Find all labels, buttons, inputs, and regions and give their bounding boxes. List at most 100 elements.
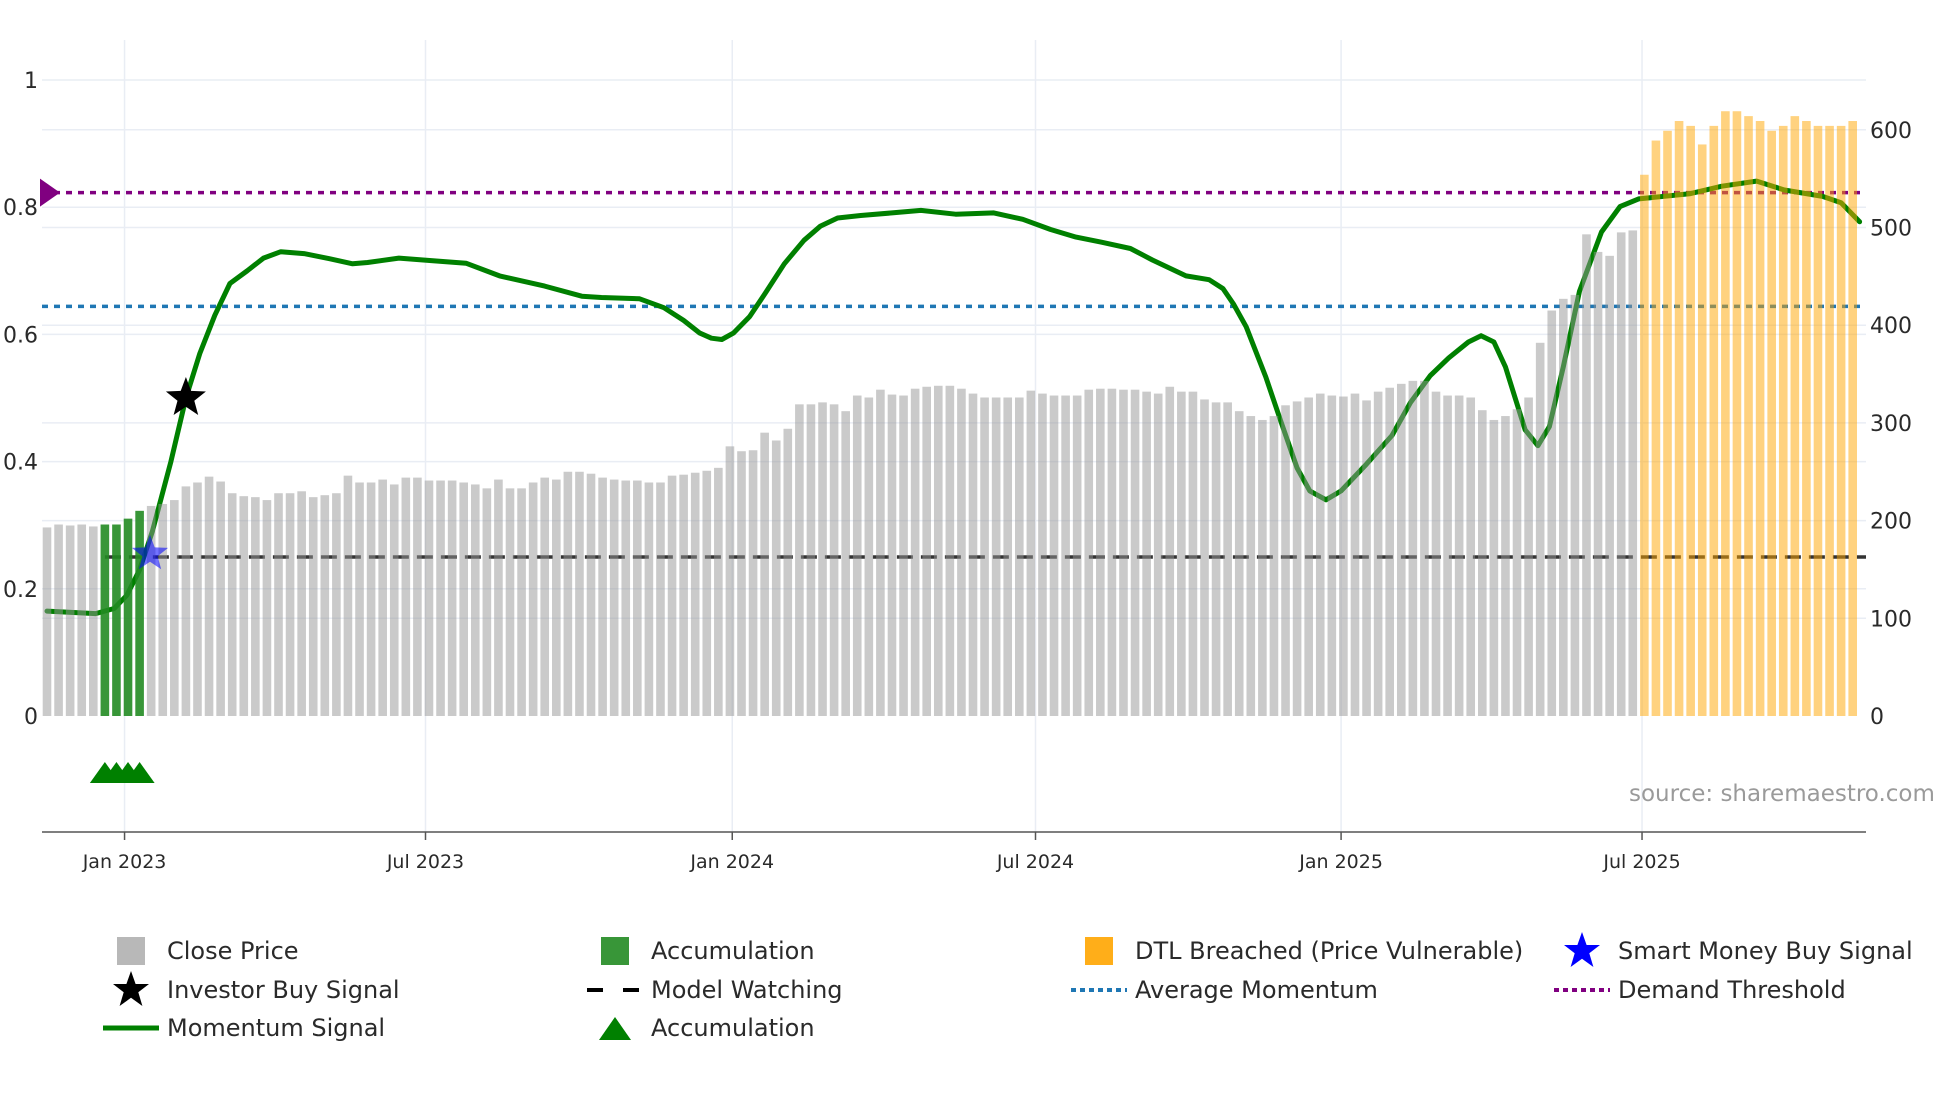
legend-item[interactable]: Momentum Signal <box>103 1010 385 1046</box>
close-price-bar <box>818 402 827 716</box>
close-price-bar <box>702 470 712 716</box>
dtl-breached-bar <box>1732 111 1742 716</box>
legend-dot-icon <box>1554 972 1610 1008</box>
close-price-bar <box>1385 387 1394 716</box>
close-price-bar <box>771 440 781 716</box>
dtl-breached-bar <box>1721 111 1730 716</box>
legend-label: Model Watching <box>651 976 843 1004</box>
close-price-bar <box>65 525 75 716</box>
close-price-bar <box>1165 386 1175 716</box>
close-price-bar <box>308 497 318 716</box>
y-left-tick-label: 0.4 <box>3 451 38 476</box>
close-price-bar <box>332 493 341 716</box>
accumulation-bar <box>123 518 133 716</box>
y-right-tick-label: 500 <box>1870 217 1912 242</box>
legend-label: Investor Buy Signal <box>167 976 400 1004</box>
close-price-bar <box>413 477 422 716</box>
legend-label: Smart Money Buy Signal <box>1618 937 1913 965</box>
legend-item[interactable]: Accumulation <box>599 1010 815 1046</box>
close-price-bar <box>274 493 283 716</box>
x-tick-label: Jul 2024 <box>996 851 1074 873</box>
legend-item[interactable]: Average Momentum <box>1071 972 1378 1008</box>
close-price-bar <box>945 385 955 716</box>
y-left-tick-label: 0 <box>24 705 38 730</box>
legend-item[interactable]: Model Watching <box>587 972 843 1008</box>
close-price-bar <box>505 488 515 716</box>
close-price-bar <box>1153 393 1163 716</box>
close-price-bar <box>899 395 908 716</box>
close-price-bar <box>470 484 480 716</box>
close-price-bar <box>1512 409 1522 716</box>
demand-threshold-diamond <box>40 178 60 207</box>
close-price-bar <box>181 486 191 716</box>
legend-item[interactable]: Investor Buy Signal <box>113 971 400 1008</box>
legend-dash-icon <box>587 972 643 1008</box>
legend-item[interactable]: Close Price <box>117 933 299 969</box>
close-price-bar <box>1593 251 1603 717</box>
close-price-bar <box>1281 405 1290 716</box>
legend-star-icon <box>103 971 159 1008</box>
close-price-bar <box>795 404 804 716</box>
x-tick-label: Jan 2023 <box>82 851 167 873</box>
dtl-breached-bar <box>1802 121 1811 716</box>
close-price-bar <box>158 503 168 716</box>
close-price-bar <box>42 527 52 716</box>
close-price-bar <box>540 477 550 716</box>
dtl-breached-bar <box>1640 174 1649 716</box>
legend-item[interactable]: Demand Threshold <box>1554 972 1846 1008</box>
close-price-bar <box>1072 395 1082 716</box>
close-price-bar <box>146 505 156 716</box>
legend-label: Demand Threshold <box>1618 976 1846 1004</box>
markers-layer <box>40 178 206 783</box>
close-price-bar <box>933 385 943 716</box>
close-price-bar <box>297 491 306 716</box>
dtl-breached-bar <box>1674 121 1684 716</box>
close-price-bar <box>586 473 596 716</box>
accumulation-bar <box>100 524 110 716</box>
close-price-bar <box>644 482 654 716</box>
close-price-bar <box>89 526 98 716</box>
close-price-bar <box>343 475 353 716</box>
close-price-bar <box>1327 395 1337 716</box>
close-price-bar <box>285 493 295 716</box>
close-price-bar <box>609 479 619 716</box>
x-tick-label: Jul 2025 <box>1602 851 1680 873</box>
dtl-breached-bar <box>1836 125 1846 717</box>
dtl-breached-bar <box>1744 116 1753 716</box>
close-price-bar <box>1570 294 1580 716</box>
legend-line-icon <box>103 1010 159 1046</box>
legend-label: Accumulation <box>651 1014 815 1042</box>
dtl-breached-bar <box>1813 125 1823 717</box>
legend-square-icon <box>103 933 159 969</box>
investor-buy-signal-star <box>165 377 206 415</box>
legend-item[interactable]: Smart Money Buy Signal <box>1564 932 1913 969</box>
close-price-bar <box>1096 388 1105 716</box>
close-price-bar <box>1616 232 1626 716</box>
source-note: source: sharemaestro.com <box>1629 781 1935 807</box>
close-price-bar <box>216 481 225 716</box>
close-price-bar <box>1119 389 1128 716</box>
close-price-bar <box>1362 400 1371 716</box>
legend-label: Average Momentum <box>1135 976 1378 1004</box>
close-price-bar <box>494 479 503 716</box>
close-price-bar <box>1339 396 1348 716</box>
close-price-bar <box>829 404 839 716</box>
y-left-tick-label: 0.8 <box>3 196 38 221</box>
close-price-bar <box>1200 399 1209 716</box>
close-price-bar <box>656 482 665 716</box>
close-price-bar <box>598 477 607 716</box>
close-price-bar <box>1396 383 1406 716</box>
close-price-bar <box>1211 402 1221 716</box>
close-price-bar <box>239 496 249 716</box>
legend-label: DTL Breached (Price Vulnerable) <box>1135 937 1524 965</box>
legend-item[interactable]: DTL Breached (Price Vulnerable) <box>1085 933 1524 969</box>
close-price-bar <box>1015 397 1024 716</box>
close-price-bar <box>841 411 850 716</box>
close-price-bar <box>204 476 214 716</box>
legend-item[interactable]: Accumulation <box>601 933 815 969</box>
close-price-bar <box>517 488 526 716</box>
close-price-bar <box>1408 380 1418 716</box>
close-price-bar <box>262 500 272 716</box>
close-price-bar <box>1454 395 1464 716</box>
close-price-bar <box>355 482 364 716</box>
